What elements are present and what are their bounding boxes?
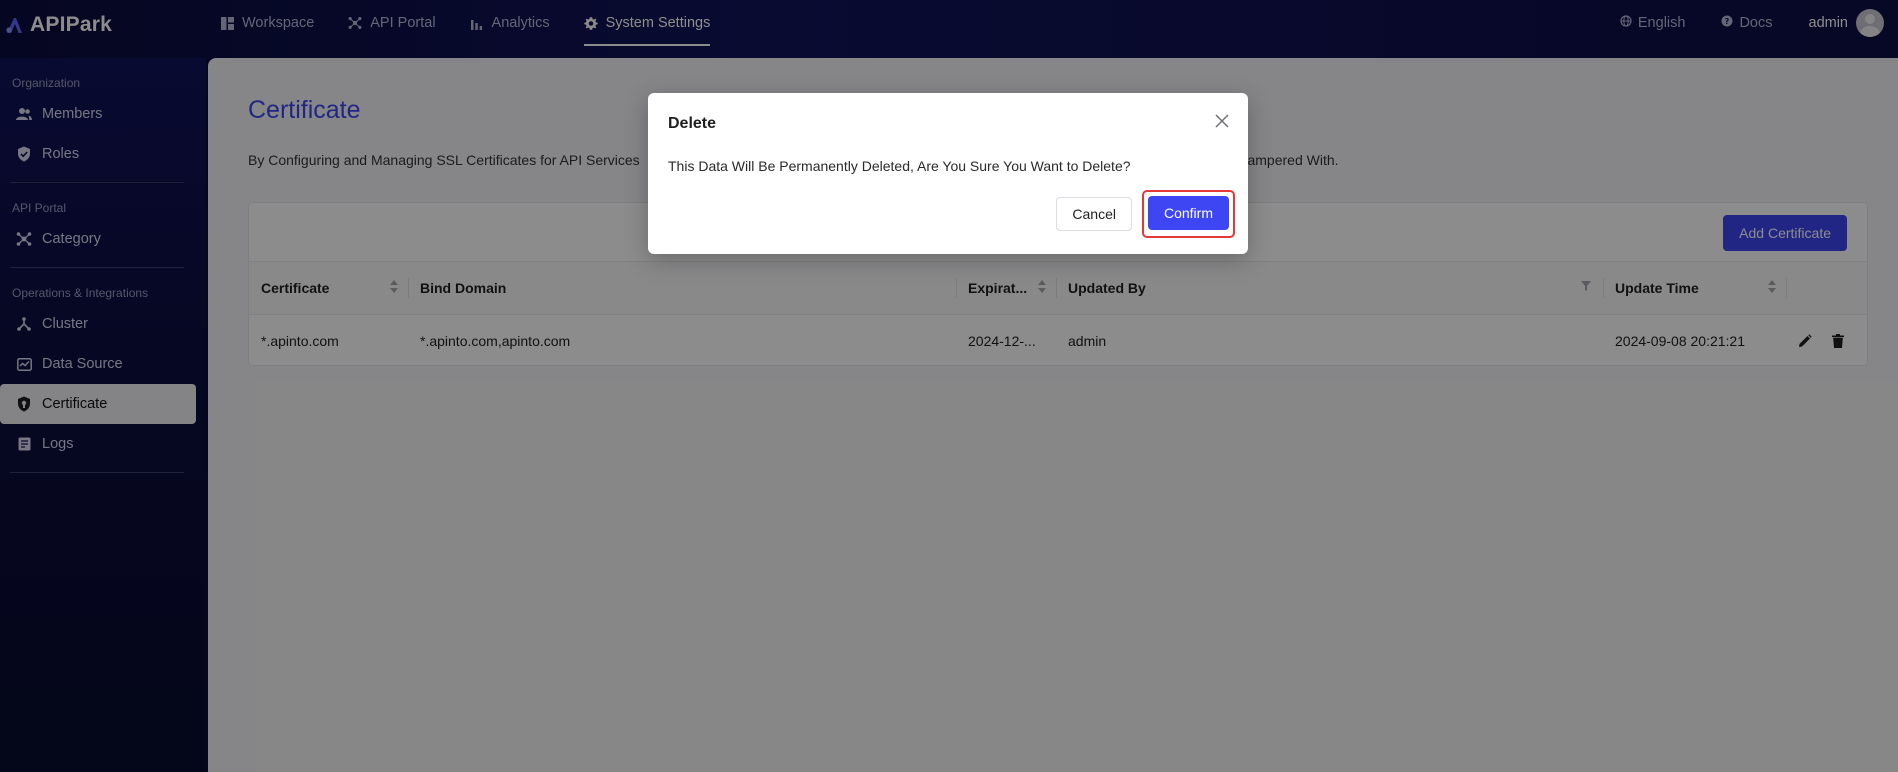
close-icon[interactable] <box>1214 113 1230 129</box>
modal-message: This Data Will Be Permanently Deleted, A… <box>668 158 1131 174</box>
modal-title: Delete <box>668 115 717 132</box>
confirm-highlight: Confirm <box>1141 190 1235 238</box>
modal-buttons: Cancel Confirm <box>1056 190 1235 238</box>
delete-modal: Delete This Data Will Be Permanently Del… <box>648 93 1248 254</box>
confirm-button[interactable]: Confirm <box>1147 196 1229 230</box>
cancel-button[interactable]: Cancel <box>1056 197 1132 231</box>
